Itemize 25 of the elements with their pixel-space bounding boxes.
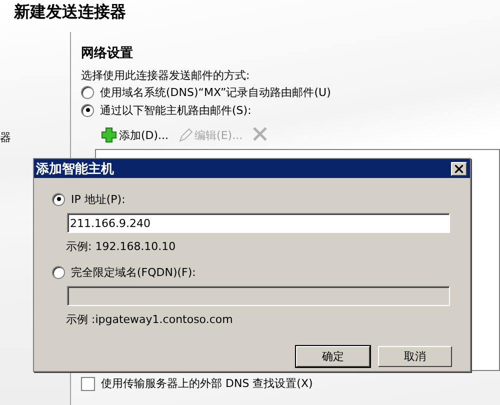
wizard-title: 新建发送连接器 — [12, 1, 127, 23]
input-field[interactable]: 211.166.9.240 — [67, 213, 450, 233]
plus-icon — [101, 127, 117, 143]
example-text: 示例 :ipgateway1.contoso.com — [66, 312, 234, 328]
prompt-text: 选择使用此连接器发送邮件的方式: — [81, 68, 251, 83]
close-button[interactable] — [451, 162, 467, 176]
example-text: 示例: 192.168.10.10 — [66, 239, 177, 255]
checkbox[interactable] — [81, 376, 95, 390]
radio-label: 使用域名系统(DNS)“MX”记录自动路由邮件(U) — [100, 84, 331, 100]
radio-label: IP 地址(P): — [71, 192, 126, 206]
dialog-button[interactable]: 确定 — [296, 346, 370, 367]
radio-label: 完全限定域名(FQDN)(F): — [71, 264, 196, 280]
radio-button[interactable] — [52, 192, 65, 206]
sidebar-item[interactable]: 器 — [0, 130, 11, 145]
dialog-title: 添加智能主机 — [36, 160, 114, 178]
close-icon — [455, 164, 463, 172]
radio-button[interactable] — [81, 104, 94, 116]
dialog-button[interactable]: 取消 — [378, 346, 452, 367]
radio-label: 通过以下智能主机路由邮件(S): — [100, 102, 252, 118]
add-button[interactable]: 添加(D)... — [101, 127, 169, 143]
radio-button[interactable] — [52, 266, 65, 278]
pencil-icon — [178, 128, 193, 142]
section-title: 网络设置 — [81, 45, 134, 62]
radio-button[interactable] — [81, 86, 94, 98]
checkbox-label: 使用传输服务器上的外部 DNS 查找设置(X) — [101, 376, 313, 391]
